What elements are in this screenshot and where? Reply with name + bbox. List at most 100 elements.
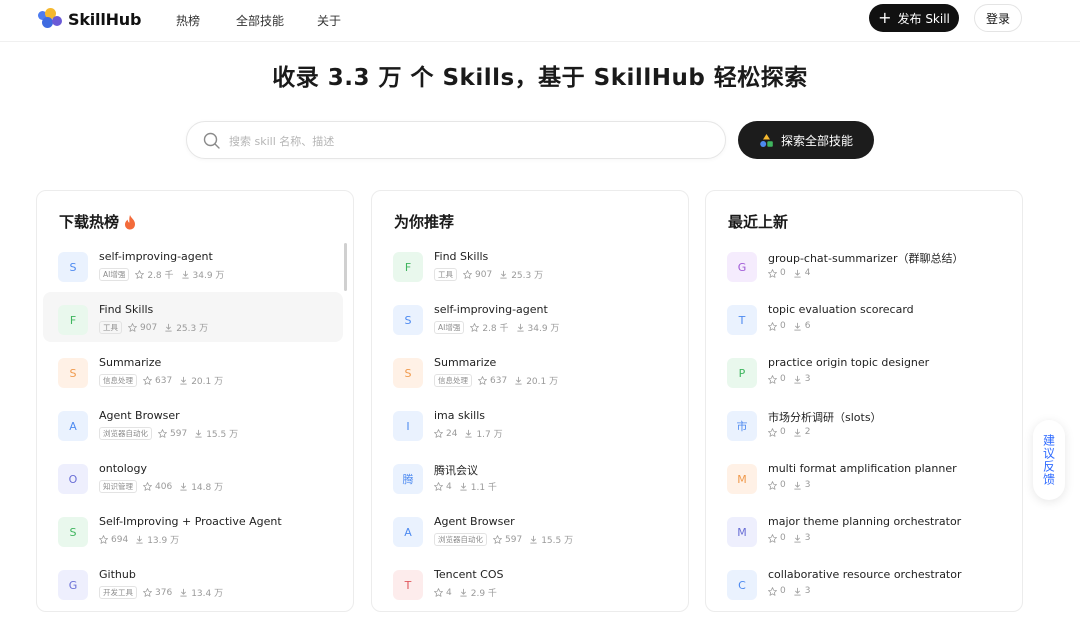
skill-list-item[interactable]: S Self-Improving + Proactive Agent 694 13.9… xyxy=(43,504,343,554)
skill-meta: 浏览器自动化 597 15.5 万 xyxy=(99,427,245,440)
skill-list-item[interactable]: A Agent Browser 浏览器自动化 597 15.5 万 xyxy=(43,398,343,448)
download-count-value: 13.4 万 xyxy=(191,589,224,599)
skill-list-item[interactable]: Sself-improving-agent AI增强 2.8 千 34.9 万 xyxy=(43,239,343,289)
star-count: 597 xyxy=(158,429,187,439)
download-icon xyxy=(180,482,187,491)
download-count: 20.1 万 xyxy=(514,374,558,387)
list-scrollbar[interactable] xyxy=(344,243,347,291)
skill-meta: 02 xyxy=(768,427,817,437)
star-count-value: 0 xyxy=(780,374,786,384)
star-count-value: 2.8 千 xyxy=(482,324,509,334)
download-icon xyxy=(460,482,467,491)
star-count-value: 907 xyxy=(140,322,158,333)
skill-name: practice origin topic designer xyxy=(768,356,930,369)
star-count: 24 xyxy=(434,429,457,439)
skill-list-item[interactable]: S Summarize 信息处理 637 20.1 万 xyxy=(43,345,343,395)
skill-list-item[interactable]: F Find Skills 工具 907 25.3 万 xyxy=(43,292,343,342)
download-count: 1.7 万 xyxy=(464,427,503,440)
skill-avatar: 市 xyxy=(727,411,757,441)
star-icon xyxy=(143,376,152,385)
skill-avatar: M xyxy=(727,464,757,494)
search-bar[interactable] xyxy=(186,121,726,159)
card-newest: 最近上新 Ggroup-chat-summarizer（群聊总结） 0 4 Ttopi… xyxy=(705,190,1023,612)
skill-list-item[interactable]: Oontology 知识管理 406 14.8 万 xyxy=(43,451,343,501)
skill-avatar: T xyxy=(393,570,423,600)
skill-avatar: P xyxy=(727,358,757,388)
skill-list-item[interactable]: Mmajor theme planning orchestrator 0 3 xyxy=(712,504,1012,554)
star-count-value: 4 xyxy=(446,587,452,598)
category-tag: 工具 xyxy=(99,321,122,334)
download-count-value: 15.5 万 xyxy=(206,430,239,440)
explore-all-skills-label: 探索全部技能 xyxy=(780,133,853,148)
download-icon xyxy=(794,322,801,331)
skill-list-item[interactable]: A Agent Browser 浏览器自动化 597 15.5 万 xyxy=(378,504,678,554)
download-count: 3 xyxy=(793,533,810,543)
download-count-value: 34.9 万 xyxy=(527,324,560,334)
download-count: 3 xyxy=(793,374,811,384)
skill-list-item[interactable]: Ggroup-chat-summarizer（群聊总结） 0 4 xyxy=(712,239,1012,289)
star-count: 2.8 千 xyxy=(470,321,509,334)
skill-list: Sself-improving-agent AI增强 2.8 千 34.9 万 F Fin… xyxy=(43,239,349,601)
download-count-value: 25.3 万 xyxy=(511,271,544,281)
skill-list-item[interactable]: Ttopic evaluation scorecard 0 6 xyxy=(712,292,1012,342)
skill-avatar: S xyxy=(393,305,423,335)
skillhub-logo-icon xyxy=(38,8,64,30)
star-count: 4 xyxy=(434,588,452,598)
fire-icon xyxy=(125,214,136,229)
star-icon xyxy=(768,427,777,437)
download-count: 25.3 万 xyxy=(164,321,208,334)
skill-meta: 信息处理 637 20.1 万 xyxy=(99,374,230,387)
download-count: 3 xyxy=(793,586,810,596)
star-count-value: 597 xyxy=(505,534,523,545)
skill-meta: 04 xyxy=(768,268,817,278)
category-tag: 信息处理 xyxy=(99,374,137,387)
star-count: 0 xyxy=(768,321,786,331)
star-count-value: 597 xyxy=(170,428,188,439)
star-count-value: 2.8 千 xyxy=(147,271,174,281)
star-count: 637 xyxy=(478,376,507,386)
star-icon xyxy=(768,268,777,278)
skill-list-item[interactable]: S Summarize 信息处理 637 20.1 万 xyxy=(378,345,678,395)
nav-hot[interactable]: 热榜 xyxy=(176,12,200,29)
download-count-value: 3 xyxy=(804,374,811,384)
download-count-value: 1.7 万 xyxy=(476,430,503,440)
download-icon xyxy=(516,323,524,332)
download-count-value: 14.8 万 xyxy=(191,483,224,493)
publish-skill-button[interactable]: + 发布 Skill xyxy=(869,4,959,32)
star-icon xyxy=(768,586,777,596)
skill-list-item[interactable]: F Find Skills 工具 907 25.3 万 xyxy=(378,239,678,289)
skill-list-item[interactable]: 腾腾讯会议 4 1.1 千 xyxy=(378,451,678,501)
skill-list-item[interactable]: T Tencent COS 4 2.9 千 xyxy=(378,557,678,601)
skill-meta: 03 xyxy=(768,374,817,384)
star-icon xyxy=(768,480,777,490)
star-icon xyxy=(470,323,480,332)
explore-all-skills-button[interactable]: 探索全部技能 xyxy=(738,121,874,159)
nav-all-skills[interactable]: 全部技能 xyxy=(236,12,284,29)
skill-name: ontology xyxy=(99,462,148,475)
skill-list-item[interactable]: Ppractice origin topic designer 0 3 xyxy=(712,345,1012,395)
skill-list-item[interactable]: 市市场分析调研（slots） 0 2 xyxy=(712,398,1012,448)
download-count-value: 34.9 万 xyxy=(192,271,225,281)
nav-about[interactable]: 关于 xyxy=(317,12,341,29)
skill-meta: 4 2.9 千 xyxy=(434,586,504,599)
download-icon xyxy=(794,375,801,384)
star-icon xyxy=(768,374,777,384)
login-button[interactable]: 登录 xyxy=(974,4,1022,32)
download-icon xyxy=(195,429,202,438)
skill-list-item[interactable]: G Github 开发工具 376 13.4 万 xyxy=(43,557,343,601)
star-count-value: 0 xyxy=(780,268,786,278)
search-input[interactable] xyxy=(229,131,699,151)
skill-list-item[interactable]: Mmulti format amplification planner 0 3 xyxy=(712,451,1012,501)
feedback-button[interactable]: 建议反馈 xyxy=(1033,420,1065,500)
top-header: SkillHub 热榜 全部技能 关于 + 发布 Skill 登录 xyxy=(0,0,1080,42)
skill-avatar: S xyxy=(58,252,88,282)
download-icon xyxy=(180,588,187,597)
download-count: 3 xyxy=(793,480,810,490)
skill-list-item[interactable]: Iima skills 24 1.7 万 xyxy=(378,398,678,448)
skill-list-item[interactable]: Sself-improving-agent AI增强 2.8 千 34.9 万 xyxy=(378,292,678,342)
star-icon xyxy=(493,535,502,544)
skill-list-item[interactable]: Ccollaborative resource orchestrator 0 3 xyxy=(712,557,1012,601)
download-count: 34.9 万 xyxy=(516,321,560,334)
brand-logo[interactable]: SkillHub xyxy=(38,8,141,30)
download-count-value: 2.9 千 xyxy=(470,589,497,599)
